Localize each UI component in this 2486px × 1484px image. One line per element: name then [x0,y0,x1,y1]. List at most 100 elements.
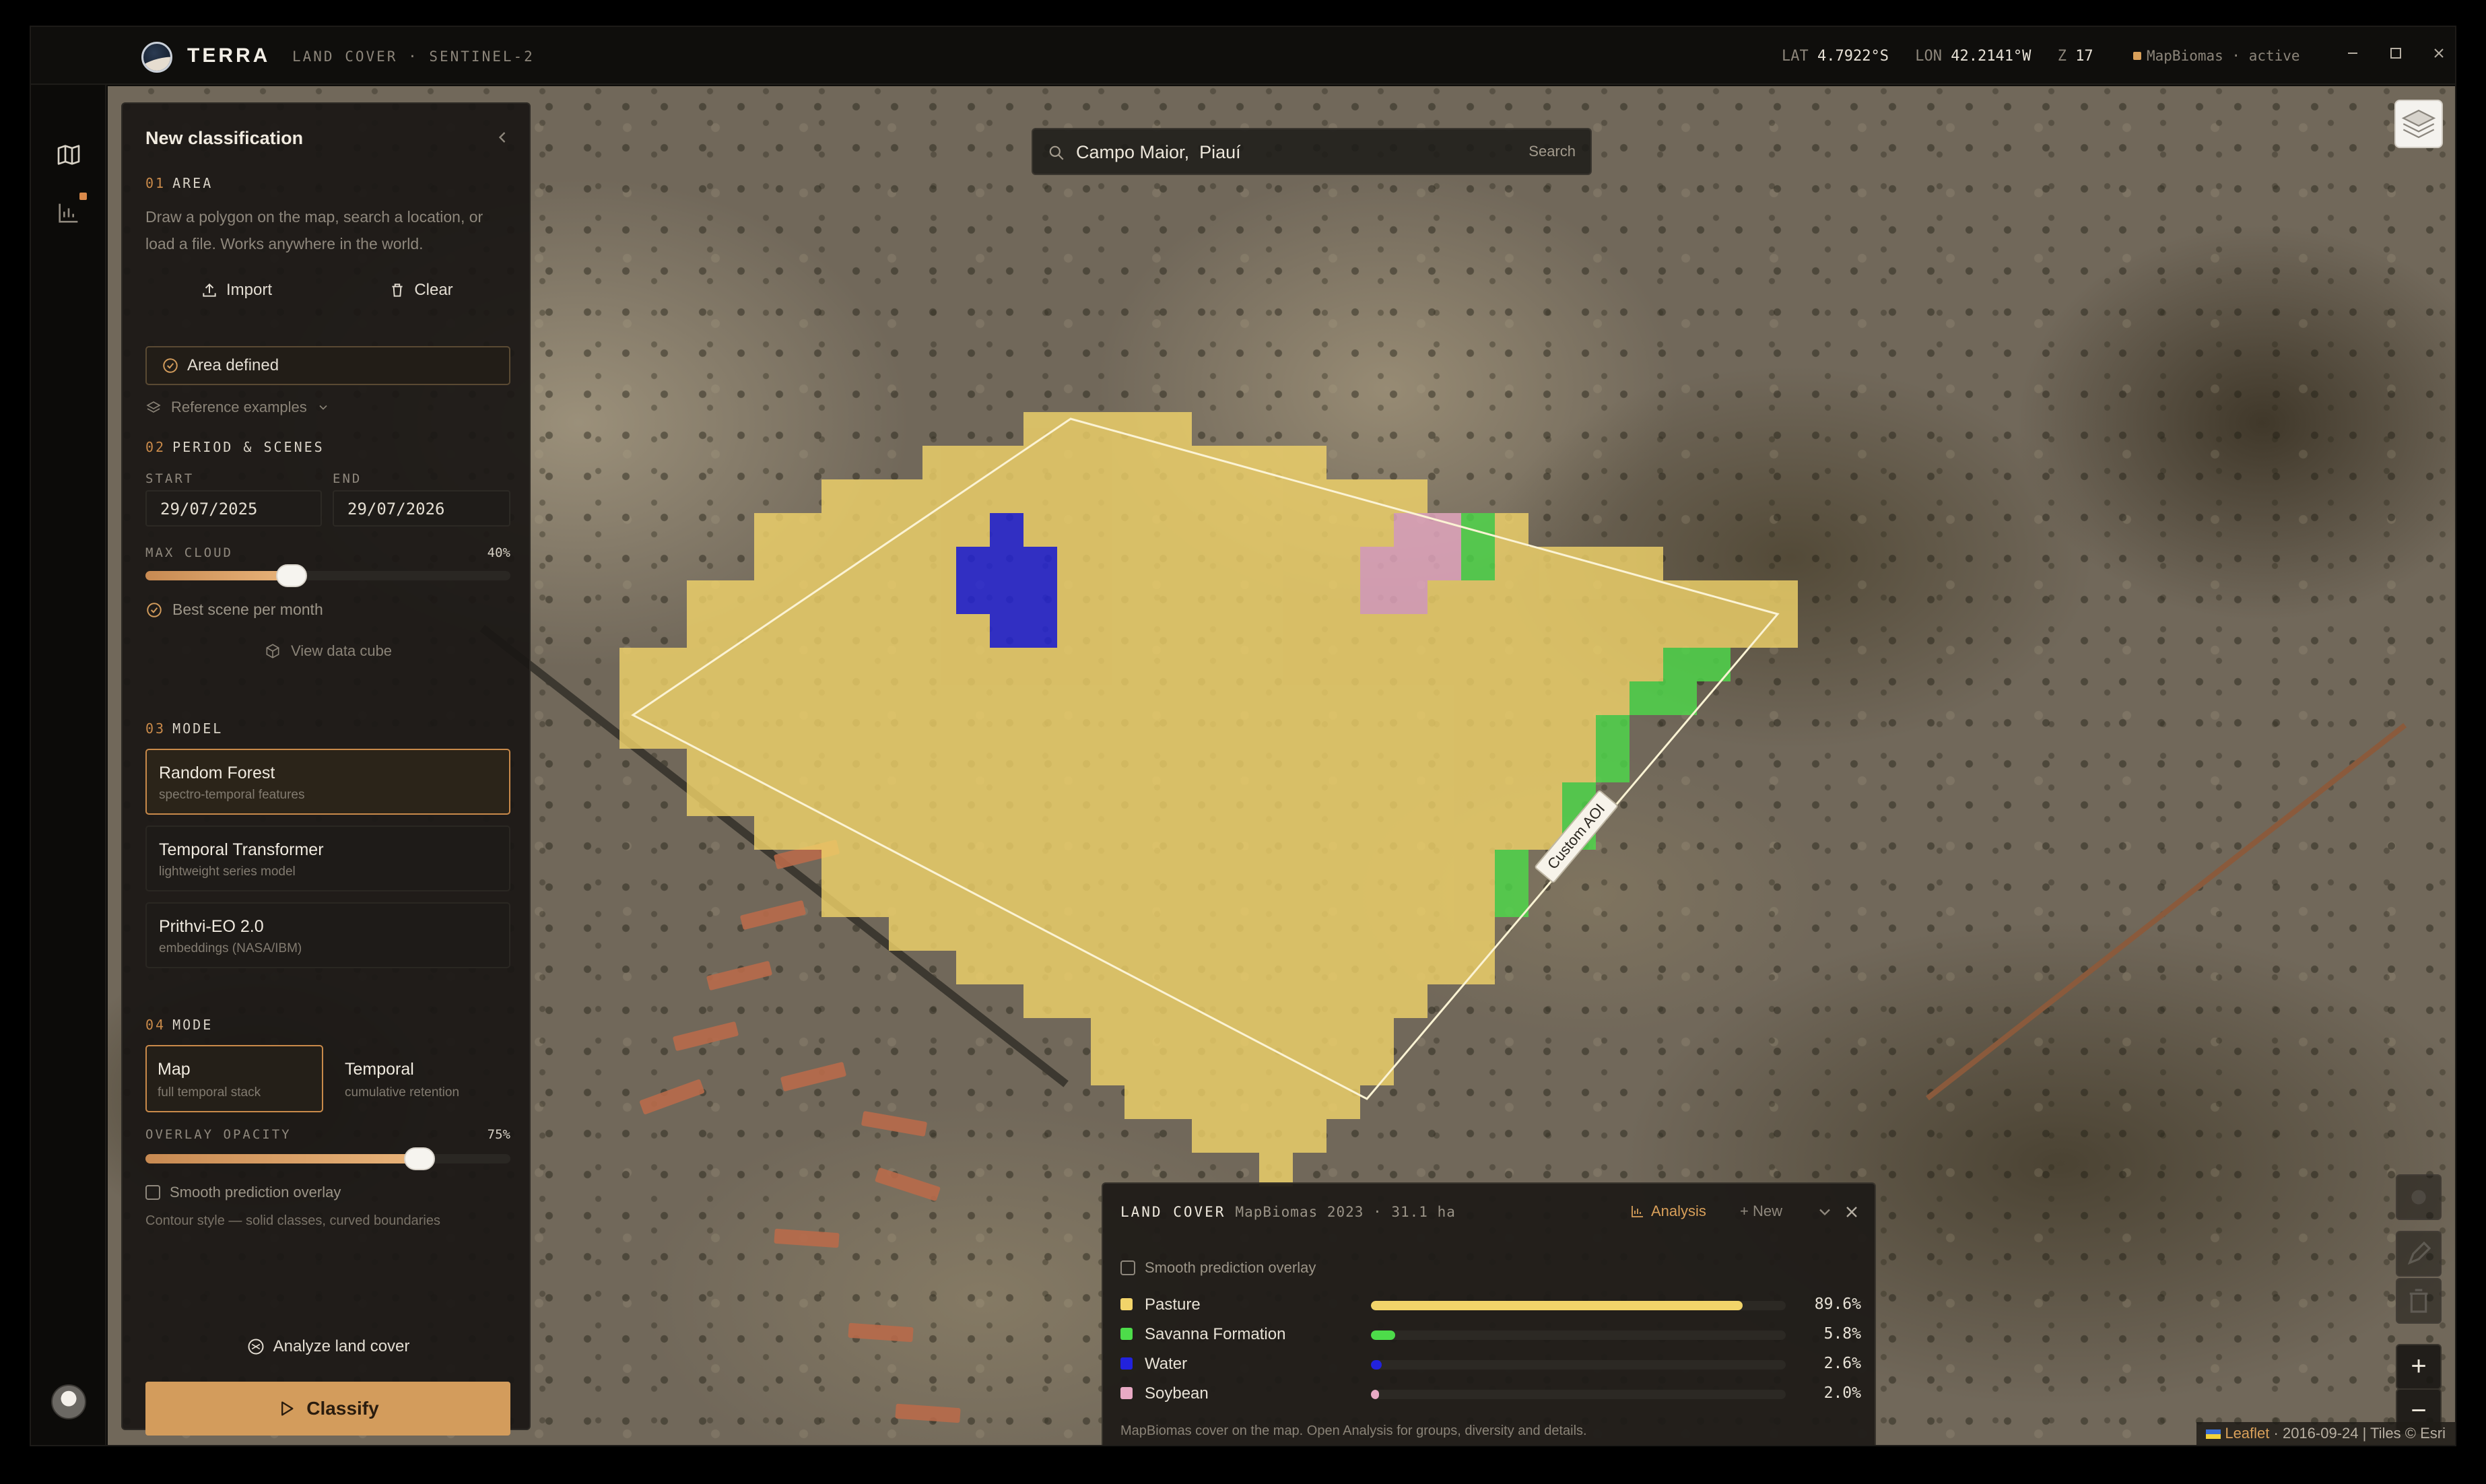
zoom-label: Z [2057,48,2067,65]
slider-handle[interactable] [275,564,307,587]
trash-icon [392,283,403,297]
edit-icon [2407,1241,2431,1265]
edit-tool[interactable] [2396,1231,2442,1277]
close-results-button[interactable] [1842,1203,1861,1221]
results-header: LAND COVER MapBiomas 2023 · 31.1 ha [1120,1204,1456,1220]
legend-percentage: 5.8% [1823,1325,1861,1343]
check-circle-icon [163,358,178,373]
draw-polygon-tool[interactable] [2396,1174,2442,1220]
analysis-button[interactable]: Analysis [1630,1203,1706,1220]
minimize-icon [2348,53,2357,54]
best-scene-checkbox[interactable]: Best scene per month [145,601,323,619]
slider-fill [145,571,292,580]
reference-examples-toggle[interactable]: Reference examples [145,399,330,416]
slider-handle[interactable] [403,1147,435,1170]
classify-button[interactable]: Classify [145,1382,510,1436]
chevron-down-icon [319,405,327,410]
max-cloud-value: 40% [487,545,510,560]
cube-icon [266,644,279,659]
rail-map-button[interactable] [55,141,82,168]
legend-row-savanna-formation: Savanna Formation 5.8% [1120,1324,1861,1344]
app-brand: TERRA [187,44,271,67]
legend-class-name: Soybean [1145,1384,1209,1403]
legend-row-pasture: Pasture 89.6% [1120,1294,1861,1314]
layers-icon [2401,109,2436,139]
legend-bar-fill [1371,1360,1382,1370]
scan-icon [248,1339,264,1355]
terra-logo-icon [141,42,172,73]
legend-bar-fill [1371,1301,1743,1310]
max-cloud-slider[interactable] [145,564,510,587]
lat-label: LAT [1782,48,1809,65]
trash-icon [2409,1289,2428,1313]
rail-github-button[interactable] [55,1445,82,1446]
side-rail [31,85,106,1445]
legend-percentage: 89.6% [1814,1295,1861,1313]
layers-button[interactable] [2394,100,2443,148]
model-option-temporal-transformer[interactable]: Temporal Transformer lightweight series … [145,825,510,891]
source-status: MapBiomas · active [2133,48,2300,64]
close-icon [2434,48,2444,58]
land-cover-results-panel: LAND COVER MapBiomas 2023 · 31.1 ha Analy… [1102,1182,1876,1445]
max-cloud-label: MAX CLOUD [145,545,233,560]
close-window-button[interactable] [2424,40,2454,70]
legend-row-water: Water 2.6% [1120,1353,1861,1374]
clear-button[interactable]: Clear [331,271,510,310]
checkbox-box [1120,1260,1135,1275]
delete-tool[interactable] [2396,1278,2442,1324]
search-input[interactable] [1076,140,1480,164]
legend-swatch [1120,1328,1133,1340]
end-label: END [333,471,362,486]
map-attribution: Leaflet · 2016-09-24 | Tiles © Esri [2196,1422,2455,1445]
search-button[interactable]: Search [1528,143,1576,160]
view-data-cube-link[interactable]: View data cube [264,642,392,660]
mode-option-map[interactable]: Map full temporal stack [145,1045,323,1112]
import-button[interactable]: Import [145,271,327,310]
attribution-text: · 2016-09-24 | Tiles © Esri [2273,1425,2446,1442]
legend-class-name: Water [1145,1355,1188,1373]
legend-swatch [1120,1387,1133,1399]
legend-bar-track [1371,1390,1786,1399]
model-option-random-forest[interactable]: Random Forest spectro-temporal features [145,749,510,815]
search-icon [1049,145,1064,160]
upload-icon [203,283,216,297]
checkbox-box [145,1185,160,1200]
legend-swatch [1120,1298,1133,1310]
end-date-input[interactable]: 29/07/2026 [333,490,510,527]
area-description: Draw a polygon on the map, search a loca… [145,208,483,252]
notification-dot [79,193,87,200]
new-classification-button[interactable]: + New [1740,1203,1782,1220]
smooth-overlay-checkbox[interactable]: Smooth prediction overlay [145,1184,341,1201]
start-date-input[interactable]: 29/07/2025 [145,490,322,527]
zoom-in-button[interactable]: + [2396,1344,2442,1390]
user-avatar[interactable] [51,1384,86,1419]
maximize-button[interactable] [2381,40,2411,70]
status-dot-icon [2133,52,2141,60]
bar-chart-icon [1632,1206,1643,1217]
polygon-icon [2411,1190,2426,1205]
analyze-land-cover-button[interactable]: Analyze land cover [145,1324,510,1370]
play-icon [281,1401,294,1416]
collapse-panel-button[interactable] [493,128,512,147]
zoom-value: 17 [2075,48,2093,65]
results-smooth-checkbox[interactable]: Smooth prediction overlay [1120,1259,1316,1277]
section-area-heading: 01 AREA [145,175,213,191]
section-mode-heading: 04 MODE [145,1017,213,1033]
section-model-heading: 03 MODEL [145,720,224,737]
model-option-prithvi[interactable]: Prithvi-EO 2.0 embeddings (NASA/IBM) [145,902,510,968]
legend-class-name: Pasture [1145,1295,1201,1314]
leaflet-link[interactable]: Leaflet [2225,1425,2269,1442]
legend-bar-track [1371,1330,1786,1340]
legend-bar-track [1371,1301,1786,1310]
lat-value: 4.7922°S [1817,48,1889,65]
ukraine-flag-icon [2206,1429,2221,1439]
rail-analytics-button[interactable] [55,199,82,226]
legend-class-name: Savanna Formation [1145,1325,1286,1343]
start-label: START [145,471,195,486]
results-footer-note: MapBiomas cover on the map. Open Analysi… [1120,1423,1587,1438]
mode-option-temporal[interactable]: Temporal cumulative retention [333,1045,510,1112]
minimize-button[interactable] [2338,40,2367,70]
collapse-results-button[interactable] [1815,1203,1834,1221]
layers-icon [146,401,161,413]
overlay-opacity-slider[interactable] [145,1147,510,1170]
